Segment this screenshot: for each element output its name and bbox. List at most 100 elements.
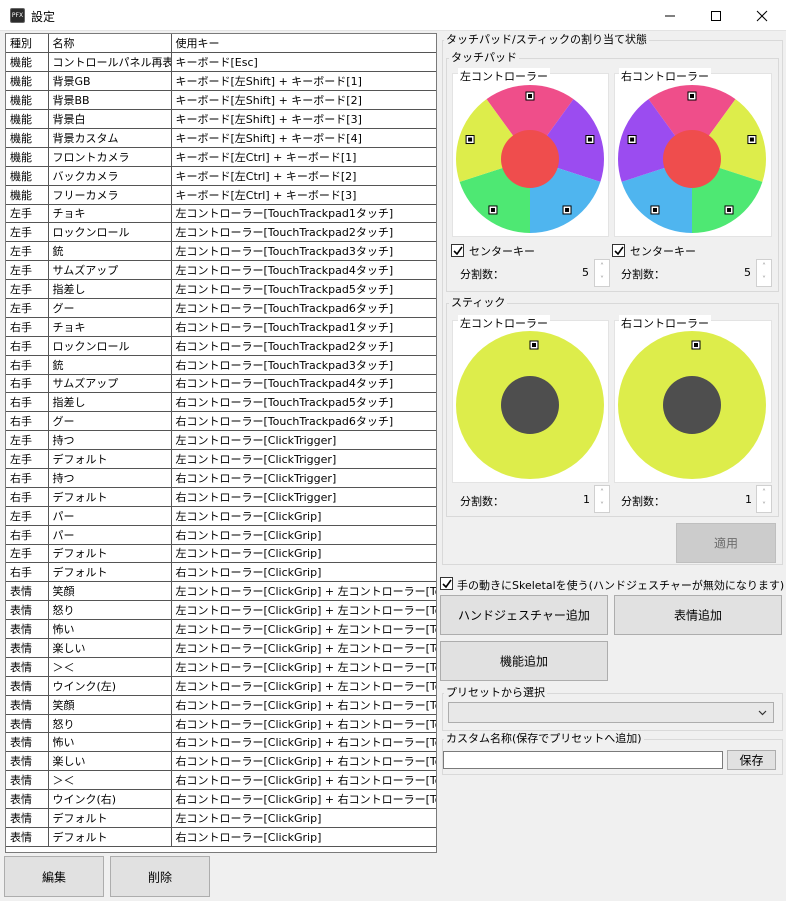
cell-name: 楽しい xyxy=(48,638,172,658)
close-button[interactable] xyxy=(739,0,785,31)
table-row[interactable]: 機能 バックカメラ キーボード[左Ctrl] + キーボード[2] xyxy=(6,166,436,186)
table-row[interactable]: 左手 デフォルト 左コントローラー[ClickTrigger] xyxy=(6,449,436,469)
table-row[interactable]: 表情 デフォルト 左コントローラー[ClickGrip] xyxy=(6,808,436,828)
table-row[interactable]: 表情 ウインク(右) 右コントローラー[ClickGrip] + 右コントローラー[… xyxy=(6,789,436,810)
add-expression-button[interactable]: 表情追加 xyxy=(614,595,782,635)
table-row[interactable]: 右手 持つ 右コントローラー[ClickTrigger] xyxy=(6,468,436,488)
cell-name: デフォルト xyxy=(48,562,172,583)
right-touchpad-marker-3-dot xyxy=(727,207,732,212)
table-row[interactable]: 機能 背景GB キーボード[左Shift] + キーボード[1] xyxy=(6,71,436,92)
table-row[interactable]: 左手 ロックンロール 左コントローラー[TouchTrackpad2タッチ] xyxy=(6,222,436,243)
table-row[interactable]: 左手 チョキ 左コントローラー[TouchTrackpad1タッチ] xyxy=(6,204,436,224)
table-row[interactable]: 機能 背景白 キーボード[左Shift] + キーボード[3] xyxy=(6,109,436,129)
edit-button[interactable]: 編集 xyxy=(4,856,104,897)
add-hand-gesture-button[interactable]: ハンドジェスチャー追加 xyxy=(440,595,608,635)
left-touchpad-marker-2-dot xyxy=(587,137,592,142)
table-row[interactable]: 右手 グー 右コントローラー[TouchTrackpad6タッチ] xyxy=(6,411,436,432)
table-row[interactable]: 右手 デフォルト 右コントローラー[ClickGrip] xyxy=(6,562,436,583)
right-touchpad-divisions-spinner[interactable]: ˄ ˅ xyxy=(756,259,772,287)
minimize-button[interactable] xyxy=(647,0,693,31)
table-row[interactable]: 表情＞＜左コントローラー[ClickGrip] + 左コントローラー[Touch… xyxy=(6,657,436,677)
table-row[interactable]: 表情 ウインク(左) 左コントローラー[ClickGrip] + 左コントローラー[… xyxy=(6,676,436,696)
maximize-button[interactable] xyxy=(693,0,739,31)
cell-type: 右手 xyxy=(6,487,49,507)
cell-name: 怖い xyxy=(48,619,172,639)
column-header-name[interactable]: 名称 xyxy=(48,34,172,54)
table-row[interactable]: 表情怖い右コントローラー[ClickGrip] + 右コントローラー[Touch… xyxy=(6,732,436,753)
right-touchpad-divisions-value[interactable]: 5 xyxy=(744,266,751,279)
cell-type: 表情 xyxy=(6,619,49,639)
save-button[interactable]: 保存 xyxy=(727,750,776,770)
table-row[interactable]: 右手 パー 右コントローラー[ClickGrip] xyxy=(6,525,436,545)
table-row[interactable]: 表情＞＜右コントローラー[ClickGrip] + 右コントローラー[Touch… xyxy=(6,770,436,791)
left-center-key-checkbox[interactable] xyxy=(451,244,464,257)
cell-name: 指差し xyxy=(48,279,172,299)
table-row[interactable]: 右手 サムズアップ 右コントローラー[TouchTrackpad4タッチ] xyxy=(6,374,436,394)
skeletal-checkbox[interactable] xyxy=(440,577,453,590)
cell-name: 怒り xyxy=(48,600,172,621)
left-stick-divisions-value[interactable]: 1 xyxy=(583,493,590,506)
add-function-button[interactable]: 機能追加 xyxy=(440,641,608,681)
left-touchpad-divisions-value[interactable]: 5 xyxy=(582,266,589,279)
table-row[interactable]: 表情楽しい右コントローラー[ClickGrip] + 右コントローラー[Touc… xyxy=(6,751,436,772)
right-stick-divisions-spinner[interactable]: ˄ ˅ xyxy=(756,485,772,513)
left-stick-divisions-spinner[interactable]: ˄ ˅ xyxy=(594,485,610,513)
table-row[interactable]: 表情笑顔右コントローラー[ClickGrip] + 右コントローラー[Touch… xyxy=(6,695,436,715)
cell-name: 銃 xyxy=(48,355,172,375)
right-stick-divisions-value[interactable]: 1 xyxy=(745,493,752,506)
table-row[interactable]: 機能コントロールパネル再表示キーボード[Esc] xyxy=(6,52,436,73)
cell-name: 背景白 xyxy=(48,109,172,129)
cell-name: 背景BB xyxy=(48,90,172,111)
cell-type: 右手 xyxy=(6,336,49,356)
key-mapping-table[interactable]: 種別 名称 使用キー 機能コントロールパネル再表示キーボード[Esc]機能背景G… xyxy=(5,33,437,853)
table-row[interactable]: 機能 背景カスタム キーボード[左Shift] + キーボード[4] xyxy=(6,128,436,148)
table-row[interactable]: 右手銃右コントローラー[TouchTrackpad3タッチ] xyxy=(6,355,436,375)
table-row[interactable]: 右手 ロックンロール 右コントローラー[TouchTrackpad2タッチ] xyxy=(6,336,436,356)
cell-type: 機能 xyxy=(6,71,49,92)
table-row[interactable]: 機能 背景BB キーボード[左Shift] + キーボード[2] xyxy=(6,90,436,111)
table-row[interactable]: 左手 持つ 左コントローラー[ClickTrigger] xyxy=(6,430,436,451)
table-row[interactable]: 表情楽しい左コントローラー[ClickGrip] + 左コントローラー[Touc… xyxy=(6,638,436,658)
left-stick-center xyxy=(501,376,559,434)
checkmark-icon xyxy=(453,246,463,256)
table-row[interactable]: 左手 サムズアップ 左コントローラー[TouchTrackpad4タッチ] xyxy=(6,260,436,281)
table-row[interactable]: 左手 パー 左コントローラー[ClickGrip] xyxy=(6,506,436,526)
table-row[interactable]: 表情怖い左コントローラー[ClickGrip] + 左コントローラー[Touch… xyxy=(6,619,436,639)
table-row[interactable]: 左手銃左コントローラー[TouchTrackpad3タッチ] xyxy=(6,241,436,262)
table-row[interactable]: 右手 デフォルト 右コントローラー[ClickTrigger] xyxy=(6,487,436,507)
cell-name: パー xyxy=(48,525,172,545)
table-row[interactable]: 右手 チョキ 右コントローラー[TouchTrackpad1タッチ] xyxy=(6,317,436,337)
table-row[interactable]: 左手 グー 左コントローラー[TouchTrackpad6タッチ] xyxy=(6,298,436,318)
left-touchpad-divisions-spinner[interactable]: ˄ ˅ xyxy=(594,259,610,287)
maximize-icon xyxy=(711,11,721,21)
cell-name: 楽しい xyxy=(48,751,172,772)
left-touchpad-marker-3-dot xyxy=(565,207,570,212)
table-row[interactable]: 表情笑顔左コントローラー[ClickGrip] + 左コントローラー[Touch… xyxy=(6,581,436,602)
table-row[interactable]: 左手 指差し 左コントローラー[TouchTrackpad5タッチ] xyxy=(6,279,436,299)
table-row[interactable]: 表情 デフォルト 右コントローラー[ClickGrip] xyxy=(6,827,436,847)
cell-name: チョキ xyxy=(48,317,172,337)
right-center-key-checkbox[interactable] xyxy=(612,244,625,257)
delete-button[interactable]: 削除 xyxy=(110,856,210,897)
cell-name: ウインク(左) xyxy=(48,676,172,696)
apply-button[interactable]: 適用 xyxy=(676,523,776,563)
table-row[interactable]: 表情怒り右コントローラー[ClickGrip] + 右コントローラー[Touch… xyxy=(6,714,436,734)
cell-type: 左手 xyxy=(6,298,49,318)
table-row[interactable]: 左手 デフォルト 左コントローラー[ClickGrip] xyxy=(6,544,436,564)
cell-key: 右コントローラー[ClickGrip] xyxy=(171,525,436,545)
table-row[interactable]: 表情怒り左コントローラー[ClickGrip] + 左コントローラー[Touch… xyxy=(6,600,436,621)
cell-type: 右手 xyxy=(6,468,49,488)
right-stick-center xyxy=(663,376,721,434)
custom-name-input[interactable] xyxy=(443,751,723,769)
table-row[interactable]: 機能 フリーカメラ キーボード[左Ctrl] + キーボード[3] xyxy=(6,185,436,205)
cell-type: 表情 xyxy=(6,676,49,696)
table-row[interactable]: 機能 フロントカメラ キーボード[左Ctrl] + キーボード[1] xyxy=(6,147,436,167)
preset-select[interactable] xyxy=(448,702,774,723)
cell-key: 右コントローラー[TouchTrackpad2タッチ] xyxy=(171,336,436,356)
column-header-key[interactable]: 使用キー xyxy=(171,34,436,54)
cell-key: 左コントローラー[TouchTrackpad6タッチ] xyxy=(171,298,436,318)
cell-key: 右コントローラー[ClickGrip] xyxy=(171,562,436,583)
column-header-type[interactable]: 種別 xyxy=(6,34,49,54)
cell-type: 表情 xyxy=(6,770,49,791)
table-row[interactable]: 右手 指差し 右コントローラー[TouchTrackpad5タッチ] xyxy=(6,392,436,413)
